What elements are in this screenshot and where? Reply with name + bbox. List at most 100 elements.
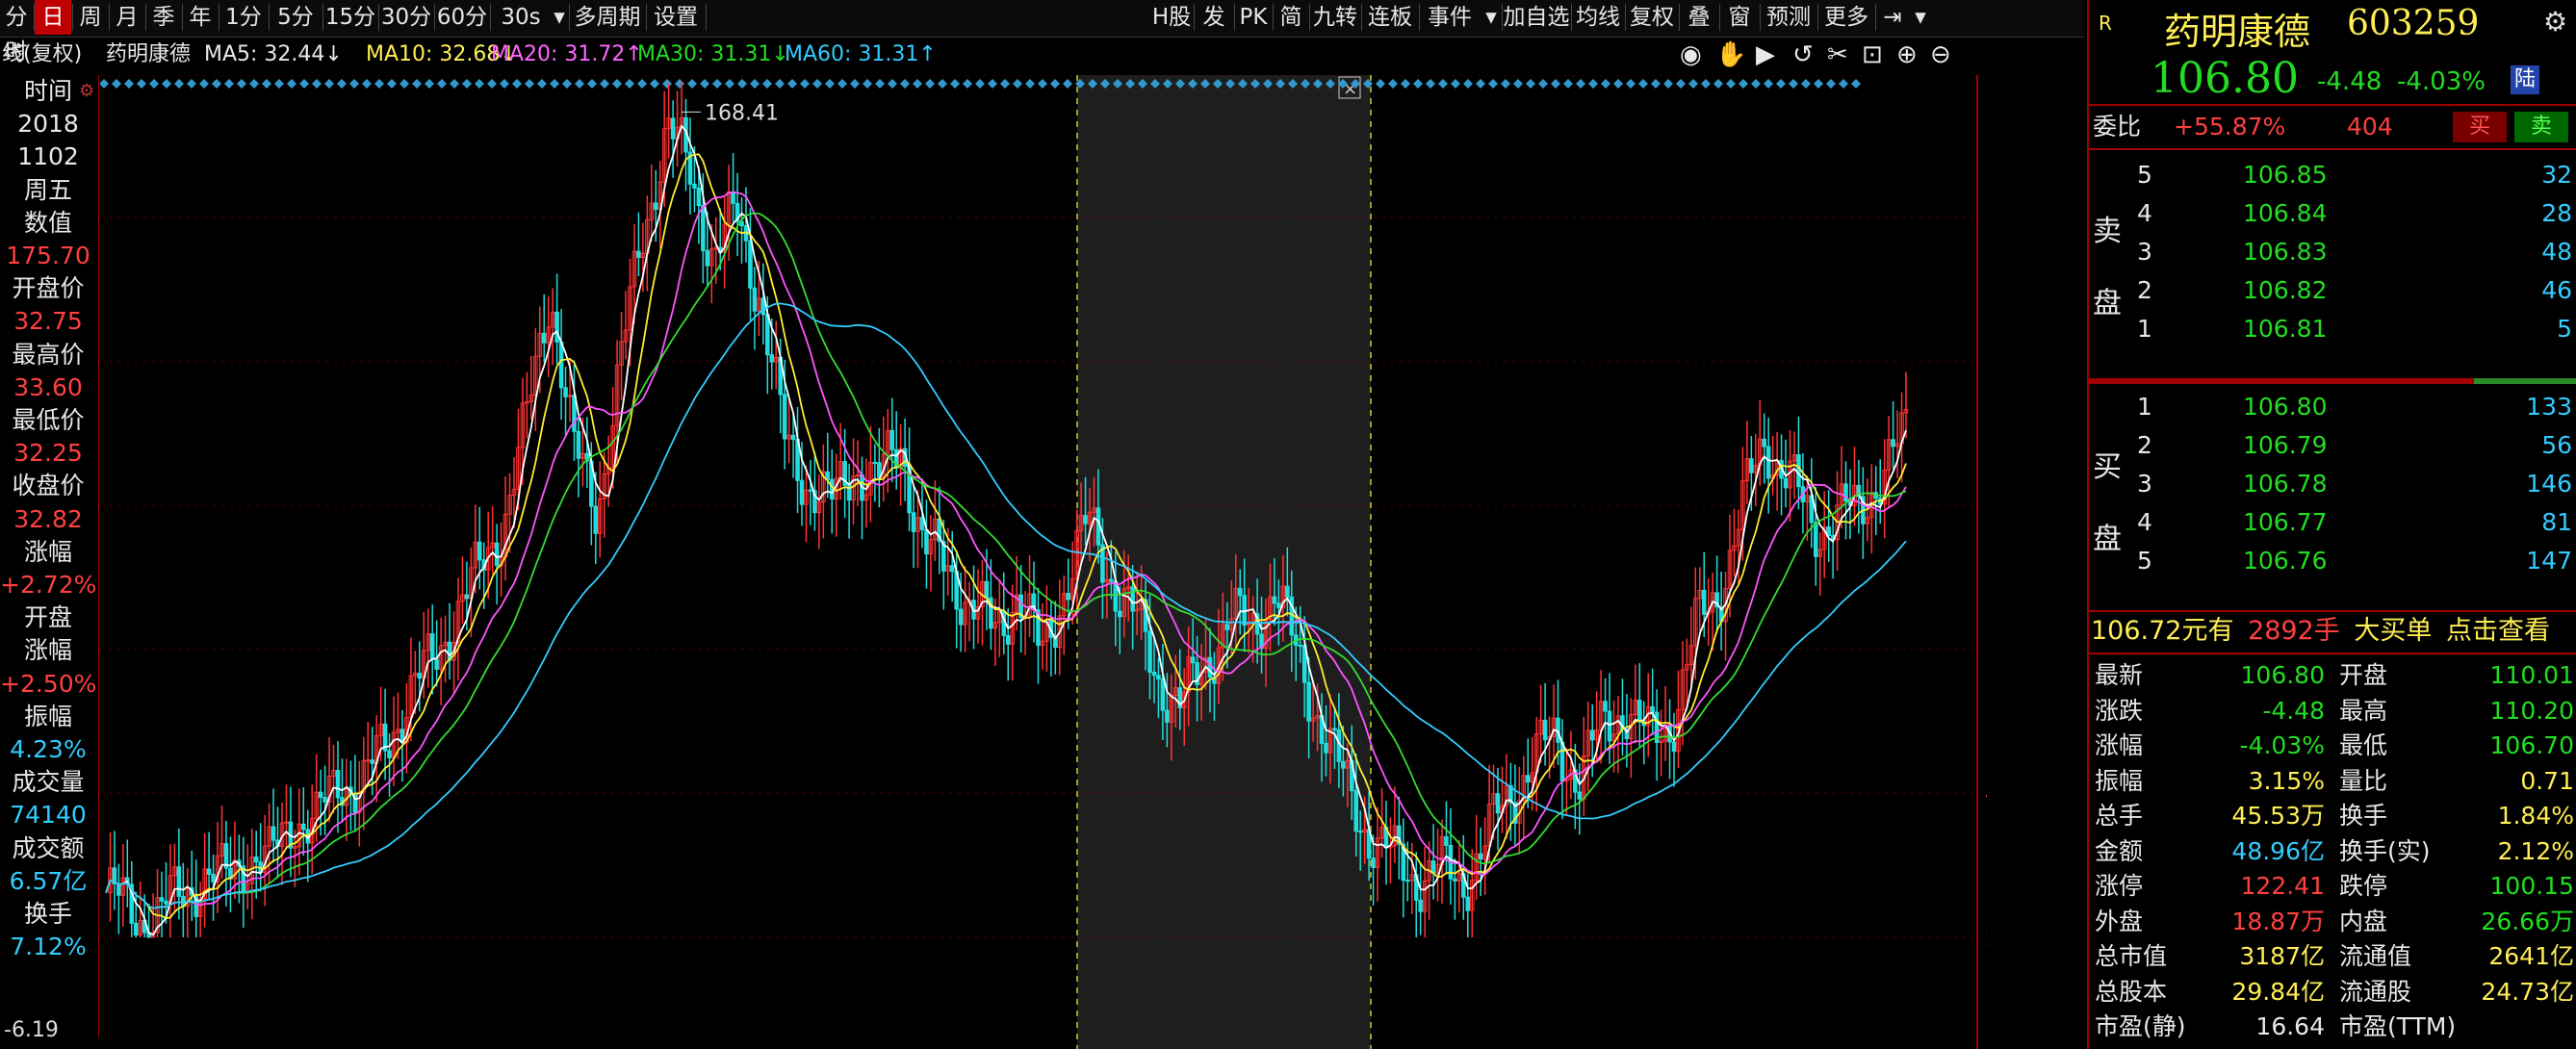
event-marker — [512, 79, 522, 89]
hand-icon[interactable]: ✋ — [1715, 38, 1746, 71]
tool-button[interactable]: 窗 — [1720, 0, 1759, 35]
period-tab[interactable]: 年 — [183, 0, 218, 35]
bid-level-p[interactable]: 106.77 — [2243, 505, 2327, 540]
period-tab[interactable]: 30s — [491, 0, 551, 35]
bid-level-v[interactable]: 133 — [2526, 390, 2572, 424]
play-icon[interactable]: ▶ — [1756, 38, 1775, 71]
tool-button[interactable]: 事件 — [1420, 0, 1480, 35]
ask-level-n[interactable]: 2 — [2137, 273, 2152, 308]
event-marker — [1739, 79, 1748, 89]
tool-button[interactable]: 简 — [1274, 0, 1308, 35]
bid-level-p[interactable]: 106.79 — [2243, 428, 2327, 463]
info-cell: 换手 — [23, 900, 72, 928]
bid-level-v[interactable]: 146 — [2526, 467, 2572, 501]
tool-button[interactable]: 更多 — [1818, 0, 1874, 35]
bid-level-v[interactable]: 81 — [2541, 505, 2572, 540]
price-change: -4.48 — [2317, 67, 2383, 96]
tool-button[interactable]: 连板 — [1362, 0, 1418, 35]
event-marker — [1601, 79, 1610, 89]
dropdown-arrow-icon[interactable]: ▾ — [551, 0, 568, 35]
bid-level-n[interactable]: 3 — [2137, 467, 2152, 501]
ask-level-v[interactable]: 28 — [2541, 196, 2572, 231]
ask-level-p[interactable]: 106.84 — [2243, 196, 2327, 231]
tool-button[interactable]: PK — [1235, 0, 1272, 35]
period-tab[interactable]: 设置 — [647, 0, 705, 35]
period-tab[interactable]: 分时 — [0, 0, 33, 64]
ask-level-v[interactable]: 48 — [2541, 235, 2572, 269]
event-marker — [600, 79, 609, 89]
period-tab[interactable]: 月 — [110, 0, 144, 35]
more-arrow-icon[interactable]: ▾ — [1481, 0, 1501, 35]
tool-button[interactable]: 加自选 — [1503, 0, 1570, 35]
lock-icon[interactable]: ⊡ — [1862, 38, 1883, 71]
ask-level-n[interactable]: 3 — [2137, 235, 2152, 269]
tool-button[interactable]: 预测 — [1761, 0, 1816, 35]
info-cell: +2.72% — [0, 571, 97, 599]
period-tab[interactable]: 15分 — [323, 0, 377, 35]
zoom-out-icon[interactable]: ⊖ — [1930, 38, 1951, 71]
stat-l2: 跌停 — [2339, 872, 2388, 900]
stat-v2: 106.70 — [2489, 731, 2574, 759]
bid-level-n[interactable]: 1 — [2137, 390, 2152, 424]
candle-body — [1083, 515, 1088, 524]
period-tab[interactable]: 30分 — [379, 0, 433, 35]
candlestick-chart[interactable]: ×177.42151.92126.07100.2274.7248.8723.02… — [100, 75, 1987, 1049]
settings-gear-icon[interactable]: ⚙ — [2543, 6, 2567, 38]
collapse-icon[interactable]: ⇥ — [1876, 0, 1909, 35]
big-order-banner[interactable]: 106.72元有 2892手 大买单 点击查看 — [2091, 614, 2550, 649]
menu-arrow-icon[interactable]: ▾ — [1911, 0, 1930, 35]
tool-button[interactable]: H股 — [1150, 0, 1193, 35]
event-marker — [187, 79, 196, 89]
ask-level-p[interactable]: 106.81 — [2243, 312, 2327, 346]
tool-button[interactable]: 发 — [1195, 0, 1233, 35]
undo-icon[interactable]: ↺ — [1792, 38, 1814, 71]
sell-button[interactable]: 卖 — [2514, 112, 2568, 142]
period-tab[interactable]: 5分 — [270, 0, 322, 35]
bid-level-n[interactable]: 2 — [2137, 428, 2152, 463]
bid-level-v[interactable]: 56 — [2541, 428, 2572, 463]
bid-level-p[interactable]: 106.76 — [2243, 544, 2327, 578]
ask-level-p[interactable]: 106.83 — [2243, 235, 2327, 269]
candle-body — [300, 823, 306, 831]
stat-l2: 内盘 — [2339, 907, 2388, 935]
event-marker — [950, 79, 960, 89]
tool-button[interactable]: 复权 — [1626, 0, 1678, 35]
event-marker — [1501, 79, 1510, 89]
ask-level-v[interactable]: 46 — [2541, 273, 2572, 308]
bid-level-p[interactable]: 106.80 — [2243, 390, 2327, 424]
bid-level-p[interactable]: 106.78 — [2243, 467, 2327, 501]
view-link[interactable]: 点击查看 — [2446, 616, 2550, 646]
bid-level-n[interactable]: 5 — [2137, 544, 2152, 578]
buy-button[interactable]: 买 — [2453, 112, 2507, 142]
event-marker — [124, 79, 134, 89]
ask-level-n[interactable]: 4 — [2137, 196, 2152, 231]
period-tab[interactable]: 60分 — [435, 0, 489, 35]
ask-level-p[interactable]: 106.82 — [2243, 273, 2327, 308]
panel-settings-icon[interactable]: ⚙ — [79, 81, 94, 101]
eye-icon[interactable]: ◉ — [1680, 38, 1702, 71]
zoom-in-icon[interactable]: ⊕ — [1896, 38, 1918, 71]
period-tab[interactable]: 周 — [73, 0, 108, 35]
period-tab[interactable]: 季 — [146, 0, 181, 35]
y-tick-label: 177.42 — [1985, 75, 1987, 89]
stat-l2: 开盘 — [2339, 661, 2388, 689]
tool-button[interactable]: 均线 — [1572, 0, 1624, 35]
ask-level-v[interactable]: 32 — [2541, 158, 2572, 192]
ask-level-p[interactable]: 106.85 — [2243, 158, 2327, 192]
bid-level-n[interactable]: 4 — [2137, 505, 2152, 540]
ask-level-v[interactable]: 5 — [2557, 312, 2572, 346]
tool-button[interactable]: 叠 — [1680, 0, 1718, 35]
candle-body — [1404, 880, 1410, 883]
period-tab[interactable]: 1分 — [219, 0, 268, 35]
period-tab[interactable]: 多周期 — [570, 0, 645, 35]
cut-icon[interactable]: ✂ — [1827, 38, 1848, 71]
candle-body — [1559, 741, 1565, 782]
event-marker — [425, 79, 434, 89]
ask-level-n[interactable]: 1 — [2137, 312, 2152, 346]
candle-body — [477, 541, 482, 561]
ask-level-n[interactable]: 5 — [2137, 158, 2152, 192]
bid-level-v[interactable]: 147 — [2526, 544, 2572, 578]
tool-button[interactable]: 九转 — [1310, 0, 1360, 35]
info-cell: 数值 — [23, 208, 72, 237]
period-tab[interactable]: 日 — [35, 0, 71, 35]
